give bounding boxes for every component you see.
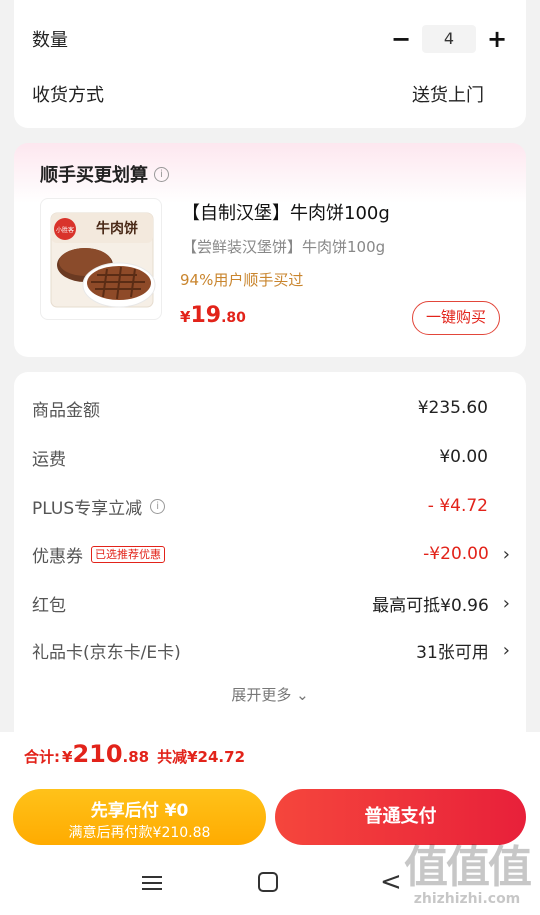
summary-label: 优惠券 已选推荐优惠: [32, 542, 165, 567]
product-popularity: 94%用户顺手买过: [180, 271, 304, 289]
summary-value: -¥20.00 ›: [423, 543, 510, 565]
product-price: ¥19.80: [180, 303, 246, 328]
quantity-plus-button[interactable]: +: [486, 25, 508, 53]
expand-more-button[interactable]: 展开更多 ⌄: [14, 684, 526, 705]
bundle-title: 顺手买更划算 i: [40, 161, 169, 187]
order-total: 合计: ¥ 210 .88 共减¥24.72: [24, 740, 245, 768]
summary-row-plus-discount: PLUS专享立减 i - ¥4.72: [32, 491, 508, 521]
back-icon[interactable]: <: [380, 867, 402, 897]
delivery-row[interactable]: 收货方式 送货上门: [32, 77, 508, 111]
total-saving: 共减¥24.72: [157, 748, 246, 766]
info-icon[interactable]: i: [154, 166, 169, 182]
summary-label: 礼品卡(京东卡/E卡): [32, 642, 181, 663]
home-icon[interactable]: [258, 872, 278, 892]
pay-later-button[interactable]: 先享后付 ¥0 满意后再付款¥210.88: [13, 789, 266, 845]
quantity-label: 数量: [32, 30, 68, 51]
beef-patty-package-image: 小胜客 牛肉饼: [50, 212, 156, 308]
summary-label: 商品金额: [32, 400, 100, 421]
summary-row-gift-card[interactable]: 礼品卡(京东卡/E卡) 31张可用 ›: [32, 635, 510, 665]
coupon-tag: 已选推荐优惠: [91, 545, 165, 563]
product-thumbnail[interactable]: 小胜客 牛肉饼: [40, 198, 162, 320]
watermark-small: zhizhizhi.com: [413, 891, 521, 907]
chevron-right-icon: ›: [502, 592, 510, 614]
recent-apps-icon[interactable]: [140, 872, 164, 894]
summary-value: ¥0.00: [439, 447, 488, 467]
package-brand: 小胜客: [56, 226, 74, 234]
quantity-stepper: − 4 +: [390, 25, 508, 53]
quantity-row: 数量 − 4 +: [32, 22, 508, 56]
total-bar: 合计: ¥ 210 .88 共减¥24.72: [0, 732, 540, 782]
quantity-input[interactable]: 4: [422, 25, 476, 53]
package-text: 牛肉饼: [96, 220, 138, 237]
quantity-minus-button[interactable]: −: [390, 25, 412, 53]
summary-row-goods-amount: 商品金额 ¥235.60: [32, 393, 508, 423]
product-name[interactable]: 【自制汉堡】牛肉饼100g: [182, 199, 390, 225]
info-icon[interactable]: i: [150, 498, 166, 514]
total-currency: ¥: [62, 748, 73, 766]
normal-pay-button[interactable]: 普通支付: [275, 789, 526, 845]
total-integer: 210: [72, 740, 123, 768]
summary-label: 运费: [32, 449, 66, 470]
delivery-value: 送货上门: [412, 85, 484, 106]
summary-row-red-packet[interactable]: 红包 最高可抵¥0.96 ›: [32, 588, 510, 618]
price-decimal: .80: [221, 310, 246, 326]
summary-row-coupon[interactable]: 优惠券 已选推荐优惠 -¥20.00 ›: [32, 539, 510, 569]
total-decimal: .88: [122, 748, 150, 766]
product-subtitle: 【尝鲜装汉堡饼】牛肉饼100g: [182, 238, 386, 256]
checkout-action-bar: 先享后付 ¥0 满意后再付款¥210.88 普通支付 < 值值值 zhizhiz…: [0, 782, 540, 915]
price-summary-card: 商品金额 ¥235.60 运费 ¥0.00 PLUS专享立减 i - ¥4.72…: [14, 372, 526, 732]
watermark-big: 值值值: [404, 842, 532, 893]
order-options-card: 数量 − 4 + 收货方式 送货上门: [14, 0, 526, 128]
watermark-logo: 值值值 zhizhizhi.com: [404, 842, 532, 908]
price-integer: 19: [190, 303, 222, 328]
bundle-title-text: 顺手买更划算: [40, 165, 148, 186]
bundle-card: 顺手买更划算 i 小胜客 牛肉饼 【自制汉堡】牛肉饼100g 【尝鲜装汉堡饼】牛…: [14, 143, 526, 357]
summary-value: - ¥4.72: [427, 496, 488, 516]
summary-value: ¥235.60: [417, 398, 488, 418]
pay-later-title: 先享后付 ¥0: [90, 801, 189, 821]
delivery-label: 收货方式: [32, 85, 104, 106]
summary-value: 最高可抵¥0.96 ›: [372, 592, 510, 616]
summary-row-shipping: 运费 ¥0.00: [32, 442, 508, 472]
summary-label: 红包: [32, 595, 66, 616]
summary-value: 31张可用 ›: [416, 639, 510, 663]
summary-label: PLUS专享立减 i: [32, 494, 166, 519]
total-label: 合计:: [24, 748, 60, 766]
pay-later-subtitle: 满意后再付款¥210.88: [68, 825, 211, 841]
one-click-buy-button[interactable]: 一键购买: [412, 301, 500, 335]
price-currency: ¥: [180, 308, 191, 326]
chevron-right-icon: ›: [502, 639, 510, 661]
chevron-right-icon: ›: [502, 543, 510, 565]
